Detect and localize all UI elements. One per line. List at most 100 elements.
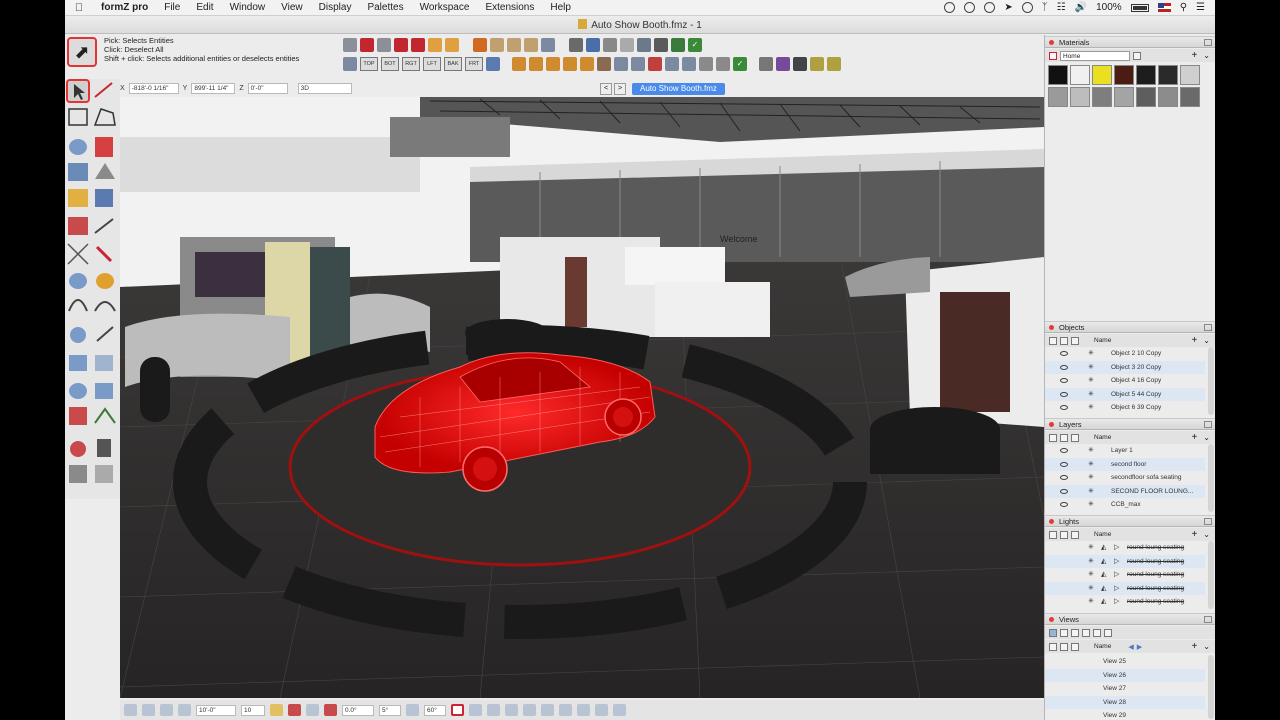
paste-icon[interactable] — [411, 38, 425, 52]
material-swatch[interactable] — [1136, 65, 1156, 85]
objects-icon[interactable] — [793, 57, 807, 71]
fit-icon[interactable] — [665, 57, 679, 71]
page-icon[interactable] — [716, 57, 730, 71]
eye-icon[interactable] — [1060, 461, 1068, 467]
chevron-down-icon[interactable]: ⌄ — [1203, 642, 1210, 651]
copy-icon[interactable] — [490, 38, 504, 52]
eye-icon[interactable] — [1060, 448, 1068, 453]
preview-render-icon[interactable] — [620, 38, 634, 52]
views-panel-header[interactable]: Views — [1045, 613, 1215, 625]
views-scrollbar[interactable] — [1208, 655, 1214, 719]
light-icon[interactable] — [810, 57, 824, 71]
panel-options-icon[interactable] — [1204, 39, 1212, 46]
confirm-icon[interactable]: ✓ — [733, 57, 747, 71]
volume-icon[interactable]: 🔊 — [1075, 2, 1087, 13]
view-row[interactable]: View 27 — [1045, 682, 1205, 696]
perspective-icon[interactable] — [486, 57, 500, 71]
object-row[interactable]: ✳ Object 2 10 Copy — [1045, 347, 1205, 361]
visibility-column-icon[interactable] — [1049, 642, 1057, 651]
eye-icon[interactable] — [1060, 378, 1068, 384]
view-front-button[interactable]: FRT — [465, 57, 483, 71]
cut-icon[interactable] — [394, 38, 408, 52]
add-material-button[interactable]: + — [1191, 50, 1197, 61]
lamp-icon[interactable]: ◭ — [1101, 598, 1108, 605]
menu-window[interactable]: Window — [222, 2, 274, 13]
material-swatch[interactable] — [1158, 65, 1178, 85]
menu-view[interactable]: View — [273, 2, 311, 13]
previous-view-icon[interactable] — [682, 57, 696, 71]
orbit-icon[interactable] — [546, 57, 560, 71]
view-camera-icon[interactable] — [1060, 628, 1068, 637]
eye-icon[interactable] — [529, 57, 543, 71]
shaded-render-icon[interactable] — [586, 38, 600, 52]
layers-panel-header[interactable]: Layers — [1045, 418, 1215, 430]
z-coordinate-field[interactable]: 0'-0" — [247, 82, 288, 94]
material-swatch[interactable] — [1048, 87, 1068, 107]
menu-app-name[interactable]: formZ pro — [93, 2, 156, 13]
undo-icon[interactable] — [428, 38, 442, 52]
material-swatch[interactable] — [1180, 87, 1200, 107]
object-row[interactable]: ✳ Object 5 44 Copy — [1045, 387, 1205, 402]
cone-light-icon[interactable]: ▷ — [1114, 571, 1121, 578]
workplane-custom-icon[interactable] — [178, 704, 191, 716]
delete-icon[interactable] — [360, 38, 374, 52]
angle-step-field[interactable]: 5° — [379, 704, 401, 716]
workplane-xz-icon[interactable] — [142, 704, 155, 716]
panel-options-icon[interactable] — [1204, 518, 1212, 525]
snap-center-icon[interactable] — [505, 704, 518, 716]
move-icon[interactable] — [541, 38, 555, 52]
snap-surface-icon[interactable] — [577, 704, 590, 716]
materials-icon[interactable] — [776, 57, 790, 71]
menu-file[interactable]: File — [156, 2, 188, 13]
sun-icon[interactable] — [827, 57, 841, 71]
material-folder-icon[interactable] — [1049, 51, 1057, 60]
angle-icon[interactable] — [406, 704, 419, 716]
layer-row[interactable]: ✳ second floor — [1045, 457, 1205, 472]
menu-display[interactable]: Display — [311, 2, 360, 13]
view-column-icon[interactable] — [1071, 642, 1079, 651]
views-name-column[interactable]: Name — [1094, 643, 1111, 650]
chevron-down-icon[interactable]: ⌄ — [1203, 530, 1210, 539]
snap-object-icon[interactable] — [613, 704, 626, 716]
grid-size-field[interactable]: 10'-0" — [196, 704, 236, 716]
lights-scrollbar[interactable] — [1208, 541, 1214, 609]
time-machine-icon[interactable] — [1021, 2, 1033, 13]
chevron-down-icon[interactable]: ⌄ — [1203, 433, 1210, 442]
light-row[interactable]: ✳ ◭ ▷ round loung seating — [1045, 541, 1205, 555]
next-view-arrow-icon[interactable]: ▶ — [1137, 643, 1142, 651]
menu-edit[interactable]: Edit — [188, 2, 221, 13]
cone-light-icon[interactable]: ▷ — [1114, 585, 1121, 592]
visibility-column-icon[interactable] — [1049, 530, 1057, 539]
close-icon[interactable] — [1049, 40, 1054, 45]
cube-icon[interactable] — [654, 38, 668, 52]
material-swatch[interactable] — [1092, 87, 1112, 107]
pen-icon[interactable] — [671, 38, 685, 52]
grid-divisions-field[interactable]: 10 — [241, 704, 265, 716]
view-bottom-button[interactable]: BOT — [381, 57, 399, 71]
light-row[interactable]: ✳ ◭ ▷ round loung seating — [1045, 554, 1205, 569]
workplane-icon[interactable] — [124, 704, 137, 716]
material-swatch[interactable] — [1114, 65, 1134, 85]
close-icon[interactable] — [1049, 422, 1054, 427]
eye-icon[interactable] — [1060, 502, 1068, 508]
close-icon[interactable] — [1049, 519, 1054, 524]
snap-red-icon[interactable] — [288, 704, 301, 716]
view-frame-icon[interactable] — [1082, 628, 1090, 637]
document-tab[interactable]: Auto Show Booth.fmz — [632, 83, 725, 95]
trash-icon[interactable] — [699, 57, 713, 71]
chevron-down-icon[interactable]: ⌄ — [1203, 336, 1210, 345]
zoom-icon[interactable] — [597, 57, 611, 71]
lock-column-icon[interactable] — [1060, 530, 1068, 539]
snap-midpoint-icon[interactable] — [487, 704, 500, 716]
eye-icon[interactable] — [1060, 364, 1068, 370]
axonometric-icon[interactable] — [343, 57, 357, 71]
modeling-viewport[interactable]: Welcome — [120, 97, 1044, 698]
no-snap-icon[interactable] — [451, 704, 464, 716]
panel-options-icon[interactable] — [1204, 324, 1212, 331]
view-list-icon[interactable] — [1104, 628, 1112, 637]
cone-light-icon[interactable]: ▷ — [1114, 558, 1121, 565]
objects-panel-header[interactable]: Objects — [1045, 321, 1215, 333]
object-row[interactable]: ✳ Object 3 20 Copy — [1045, 360, 1205, 375]
light-row[interactable]: ✳ ◭ ▷ round loung seating — [1045, 568, 1205, 582]
angle-snap-icon[interactable] — [324, 704, 337, 716]
